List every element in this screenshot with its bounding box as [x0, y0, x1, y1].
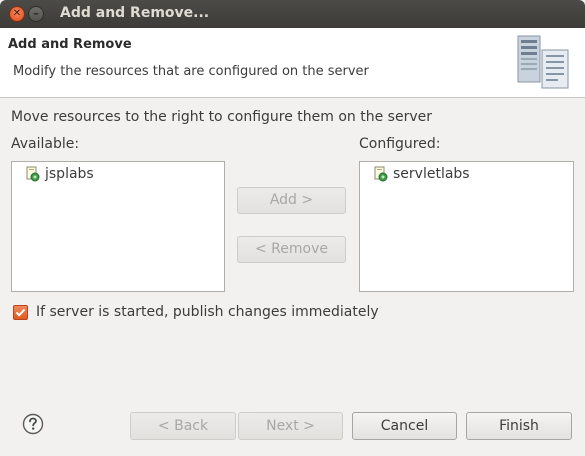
checkmark-icon — [15, 308, 26, 317]
configured-label: Configured: — [359, 136, 441, 152]
web-module-icon — [374, 166, 388, 182]
window-titlebar[interactable]: ✕ – Add and Remove... — [0, 0, 585, 28]
wizard-description: Modify the resources that are configured… — [13, 64, 369, 79]
configured-list[interactable]: servletlabs — [359, 161, 574, 292]
wizard-header: Add and Remove Modify the resources that… — [0, 28, 585, 98]
finish-button[interactable]: Finish — [466, 412, 572, 440]
window-title: Add and Remove... — [60, 5, 210, 21]
back-button[interactable]: < Back — [130, 412, 236, 440]
publish-checkbox[interactable] — [13, 304, 28, 320]
available-label: Available: — [11, 136, 80, 152]
server-wizard-icon — [517, 35, 569, 89]
help-icon[interactable] — [22, 413, 44, 435]
minimize-icon: – — [33, 7, 39, 20]
window-close-button[interactable]: ✕ — [9, 6, 25, 22]
next-button[interactable]: Next > — [238, 412, 343, 440]
remove-button[interactable]: < Remove — [237, 236, 346, 263]
publish-checkbox-label: If server is started, publish changes im… — [36, 304, 379, 320]
web-module-icon — [26, 166, 40, 182]
add-button[interactable]: Add > — [237, 187, 346, 214]
available-list[interactable]: jsplabs — [11, 161, 225, 292]
close-icon: ✕ — [12, 8, 22, 19]
list-item[interactable]: servletlabs — [374, 165, 470, 183]
list-item-label: servletlabs — [393, 166, 470, 182]
list-item[interactable]: jsplabs — [26, 165, 94, 183]
window-minimize-button[interactable]: – — [28, 6, 44, 22]
instructions-text: Move resources to the right to configure… — [11, 109, 432, 125]
publish-option-row[interactable]: If server is started, publish changes im… — [13, 304, 379, 320]
wizard-title: Add and Remove — [8, 37, 132, 52]
list-item-label: jsplabs — [45, 166, 94, 182]
cancel-button[interactable]: Cancel — [352, 412, 457, 440]
